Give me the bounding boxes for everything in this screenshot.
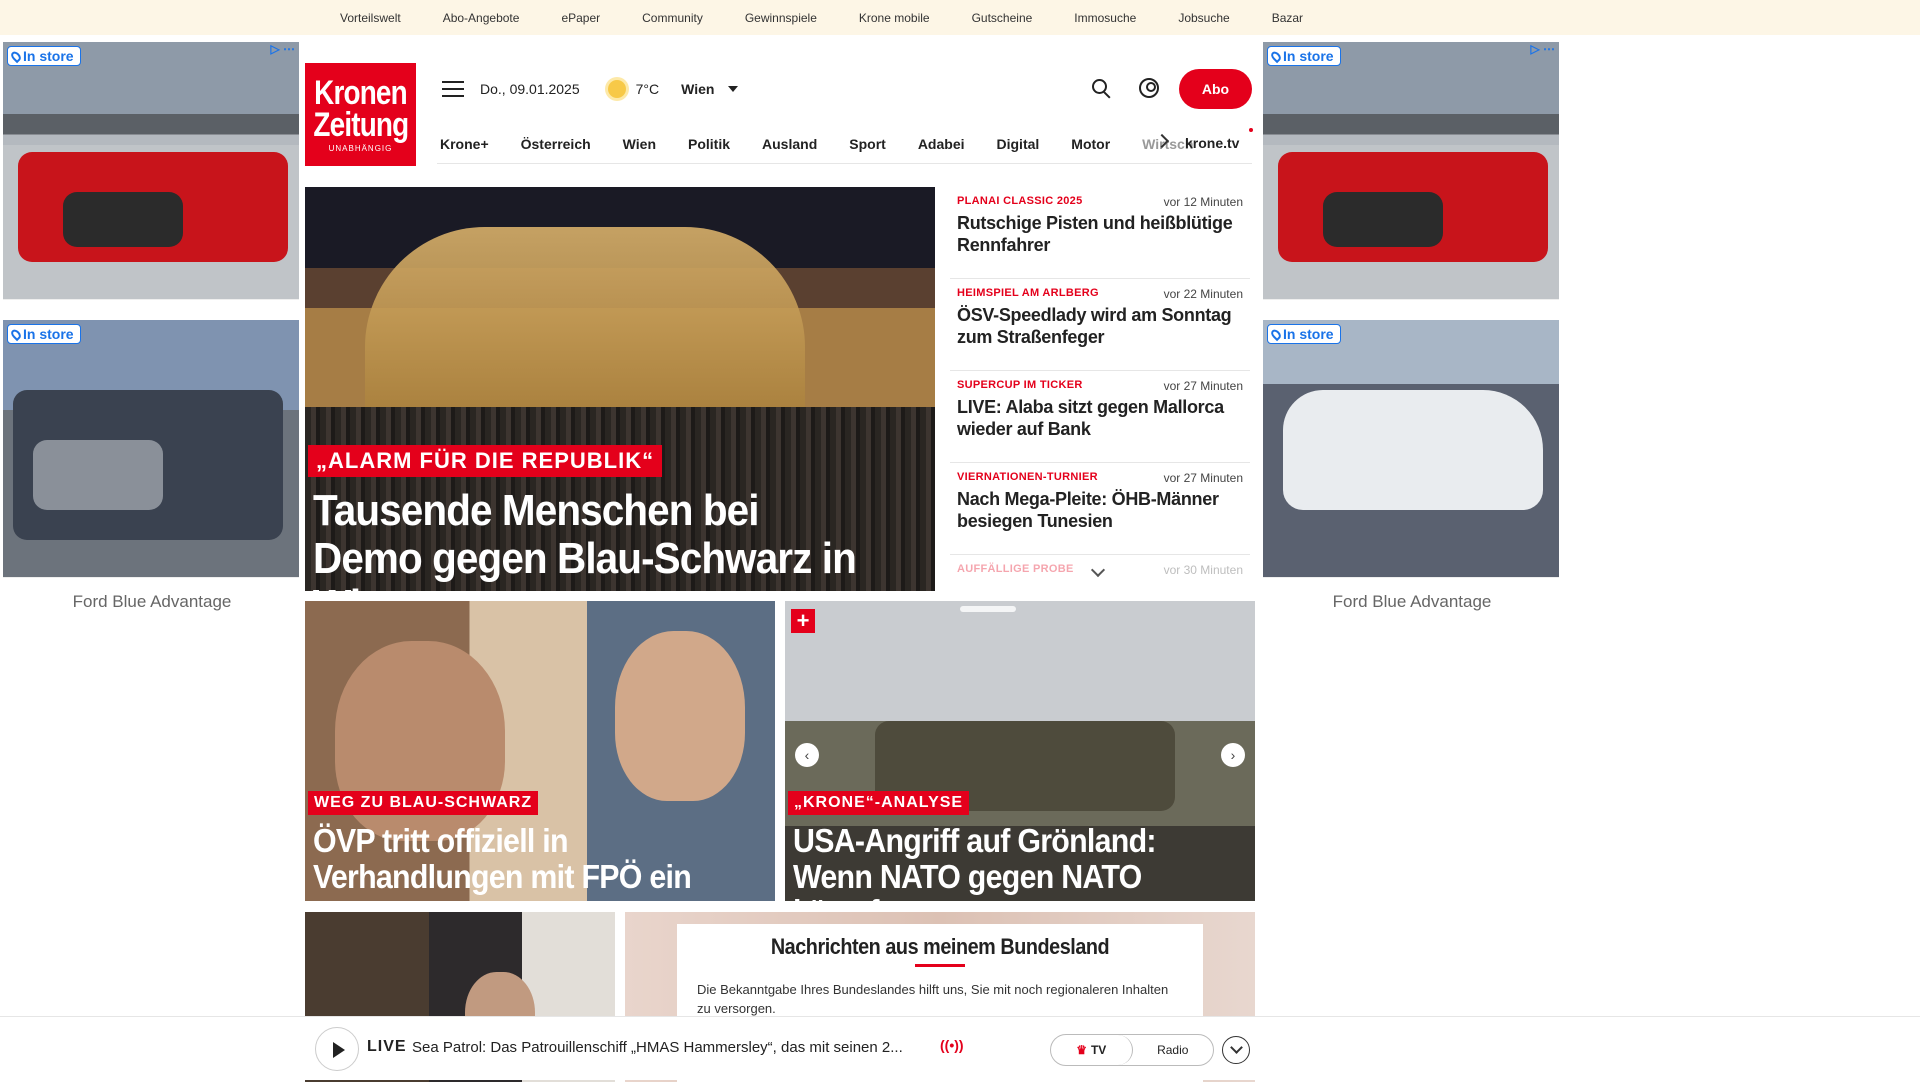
list-item[interactable]: HEIMSPIEL AM ARLBERG vor 22 Minuten ÖSV-… xyxy=(950,279,1250,371)
list-item[interactable]: SUPERCUP IM TICKER vor 27 Minuten LIVE: … xyxy=(950,371,1250,463)
ticker-time: vor 22 Minuten xyxy=(1163,287,1243,301)
nav-item-digital[interactable]: Digital xyxy=(997,136,1040,152)
topbar-link-vorteilswelt[interactable]: Vorteilswelt xyxy=(340,11,401,25)
current-date: Do., 09.01.2025 xyxy=(480,81,580,97)
nav-item-ausland[interactable]: Ausland xyxy=(762,136,817,152)
ad-image-red-truck[interactable]: In store ▷ ⋯ xyxy=(1263,42,1559,300)
title-underline xyxy=(915,964,965,967)
list-item[interactable]: VIERNATIONEN-TURNIER vor 27 Minuten Nach… xyxy=(950,463,1250,555)
in-store-badge: In store xyxy=(1267,46,1341,66)
carousel-prev-button[interactable]: ‹ xyxy=(795,743,819,767)
hero-title[interactable]: Tausende Menschen bei Demo gegen Blau-Sc… xyxy=(313,487,874,591)
topbar-link-abo-angebote[interactable]: Abo-Angebote xyxy=(443,11,520,25)
in-store-badge: In store xyxy=(7,46,81,66)
location-pin-icon xyxy=(9,49,23,63)
card-title[interactable]: ÖVP tritt offiziell in Verhandlungen mit… xyxy=(313,823,736,894)
topbar-link-gutscheine[interactable]: Gutscheine xyxy=(972,11,1033,25)
broadcast-icon: ((•)) xyxy=(940,1037,964,1053)
ticker-title[interactable]: LIVE: Alaba sitzt gegen Mallorca wieder … xyxy=(957,397,1243,440)
adchoices-icon[interactable]: ▷ ⋯ xyxy=(1530,42,1555,56)
ticker-title[interactable]: Rutschige Pisten und heißblütige Rennfah… xyxy=(957,213,1243,256)
location-pin-icon xyxy=(9,327,23,341)
topbar-link-epaper[interactable]: ePaper xyxy=(561,11,600,25)
ad-caption[interactable]: Ford Blue Advantage xyxy=(3,592,301,612)
ad-image-dark-truck[interactable]: In store xyxy=(3,320,299,578)
hero-image-building xyxy=(365,227,805,417)
hero-kicker: „ALARM FÜR DIE REPUBLIK“ xyxy=(308,445,663,477)
live-program-text[interactable]: Sea Patrol: Das Patrouillenschiff „HMAS … xyxy=(412,1039,903,1056)
nav-item-adabei[interactable]: Adabei xyxy=(918,136,965,152)
topbar-link-krone-mobile[interactable]: Krone mobile xyxy=(859,11,930,25)
in-store-badge: In store xyxy=(7,324,81,344)
live-player-bar: LIVE Sea Patrol: Das Patrouillenschiff „… xyxy=(0,1016,1920,1080)
truck-grille xyxy=(33,440,163,510)
truck-grille xyxy=(1323,192,1443,247)
nav-item-krone-tv[interactable]: krone.tv xyxy=(1185,135,1239,151)
ad-caption[interactable]: Ford Blue Advantage xyxy=(1263,592,1561,612)
nav-item-oesterreich[interactable]: Österreich xyxy=(521,136,591,152)
city-select[interactable]: Wien xyxy=(681,81,714,97)
list-item[interactable]: PLANAI CLASSIC 2025 vor 12 Minuten Rutsc… xyxy=(950,187,1250,279)
ticker-time: vor 27 Minuten xyxy=(1163,379,1243,393)
nav-item-motor[interactable]: Motor xyxy=(1071,136,1110,152)
sun-icon xyxy=(607,80,626,98)
header-bar: Do., 09.01.2025 7°C Wien Abo xyxy=(437,68,1252,110)
hero-article[interactable]: „ALARM FÜR DIE REPUBLIK“ Tausende Mensch… xyxy=(305,187,935,591)
ad-image-red-truck[interactable]: In store ▷ ⋯ xyxy=(3,42,299,300)
card-title[interactable]: USA-Angriff auf Grönland: Wenn NATO gege… xyxy=(793,823,1216,901)
location-pin-icon xyxy=(1269,49,1283,63)
topbar-link-jobsuche[interactable]: Jobsuche xyxy=(1178,11,1229,25)
ticker-title[interactable]: ÖSV-Speedlady wird am Sonntag zum Straße… xyxy=(957,305,1243,348)
main-navigation: Krone+ Österreich Wien Politik Ausland S… xyxy=(437,124,1253,164)
bundesland-title: Nachrichten aus meinem Bundesland xyxy=(770,934,1110,959)
ad-image-white-car[interactable]: In store xyxy=(1263,320,1559,578)
carousel-indicator[interactable] xyxy=(960,606,1016,612)
adchoices-icon[interactable]: ▷ ⋯ xyxy=(270,42,295,56)
photo-person-right xyxy=(615,631,745,801)
topbar-link-gewinnspiele[interactable]: Gewinnspiele xyxy=(745,11,817,25)
nav-item-sport[interactable]: Sport xyxy=(849,136,886,152)
kronen-zeitung-logo[interactable]: Kronen Zeitung UNABHÄNGIG xyxy=(305,63,416,166)
abo-button[interactable]: Abo xyxy=(1179,69,1252,109)
temperature: 7°C xyxy=(635,81,660,97)
live-dot xyxy=(1249,128,1253,132)
user-account-icon[interactable] xyxy=(1139,78,1159,98)
news-ticker-list: PLANAI CLASSIC 2025 vor 12 Minuten Rutsc… xyxy=(950,187,1250,593)
in-store-badge: In store xyxy=(1267,324,1341,344)
tv-radio-toggle[interactable]: ♛ TV Radio xyxy=(1050,1034,1214,1066)
crown-icon: ♛ xyxy=(1076,1043,1087,1057)
live-label: LIVE xyxy=(367,1038,407,1055)
car-body xyxy=(1283,390,1543,510)
topbar-link-bazar[interactable]: Bazar xyxy=(1272,11,1303,25)
article-card-groenland[interactable]: + ‹ › „KRONE“-ANALYSE USA-Angriff auf Gr… xyxy=(785,601,1255,901)
nav-item-krone-plus[interactable]: Krone+ xyxy=(440,136,489,152)
ticker-time: vor 27 Minuten xyxy=(1163,471,1243,485)
play-button[interactable] xyxy=(315,1027,359,1071)
ticker-time: vor 12 Minuten xyxy=(1163,195,1243,209)
top-utility-bar: Vorteilswelt Abo-Angebote ePaper Communi… xyxy=(0,0,1920,35)
truck-grille xyxy=(63,192,183,247)
search-icon[interactable] xyxy=(1092,79,1107,94)
bundesland-text: Die Bekanntgabe Ihres Bundeslandes hilft… xyxy=(697,982,1169,1016)
radio-option[interactable]: Radio xyxy=(1133,1035,1214,1065)
tv-option[interactable]: ♛ TV xyxy=(1051,1035,1133,1065)
nav-item-politik[interactable]: Politik xyxy=(688,136,730,152)
carousel-next-button[interactable]: › xyxy=(1221,743,1245,767)
article-card-oevp[interactable]: WEG ZU BLAU-SCHWARZ ÖVP tritt offiziell … xyxy=(305,601,775,901)
krone-plus-badge: + xyxy=(791,609,815,633)
topbar-link-community[interactable]: Community xyxy=(642,11,703,25)
ad-left[interactable]: In store ▷ ⋯ In store Ford Blue Advantag… xyxy=(3,42,301,612)
ad-right[interactable]: In store ▷ ⋯ In store Ford Blue Advantag… xyxy=(1263,42,1561,612)
location-pin-icon xyxy=(1269,327,1283,341)
chevron-down-icon[interactable] xyxy=(728,86,739,92)
ticker-title[interactable]: Nach Mega-Pleite: ÖHB-Männer besiegen Tu… xyxy=(957,489,1243,532)
hamburger-menu-icon[interactable] xyxy=(442,81,464,97)
expand-player-button[interactable] xyxy=(1222,1036,1250,1064)
ticker-time: vor 30 Minuten xyxy=(1163,563,1243,577)
topbar-link-immosuche[interactable]: Immosuche xyxy=(1074,11,1136,25)
nav-item-wien[interactable]: Wien xyxy=(623,136,656,152)
card-kicker: „KRONE“-ANALYSE xyxy=(788,791,970,815)
card-kicker: WEG ZU BLAU-SCHWARZ xyxy=(308,791,539,815)
